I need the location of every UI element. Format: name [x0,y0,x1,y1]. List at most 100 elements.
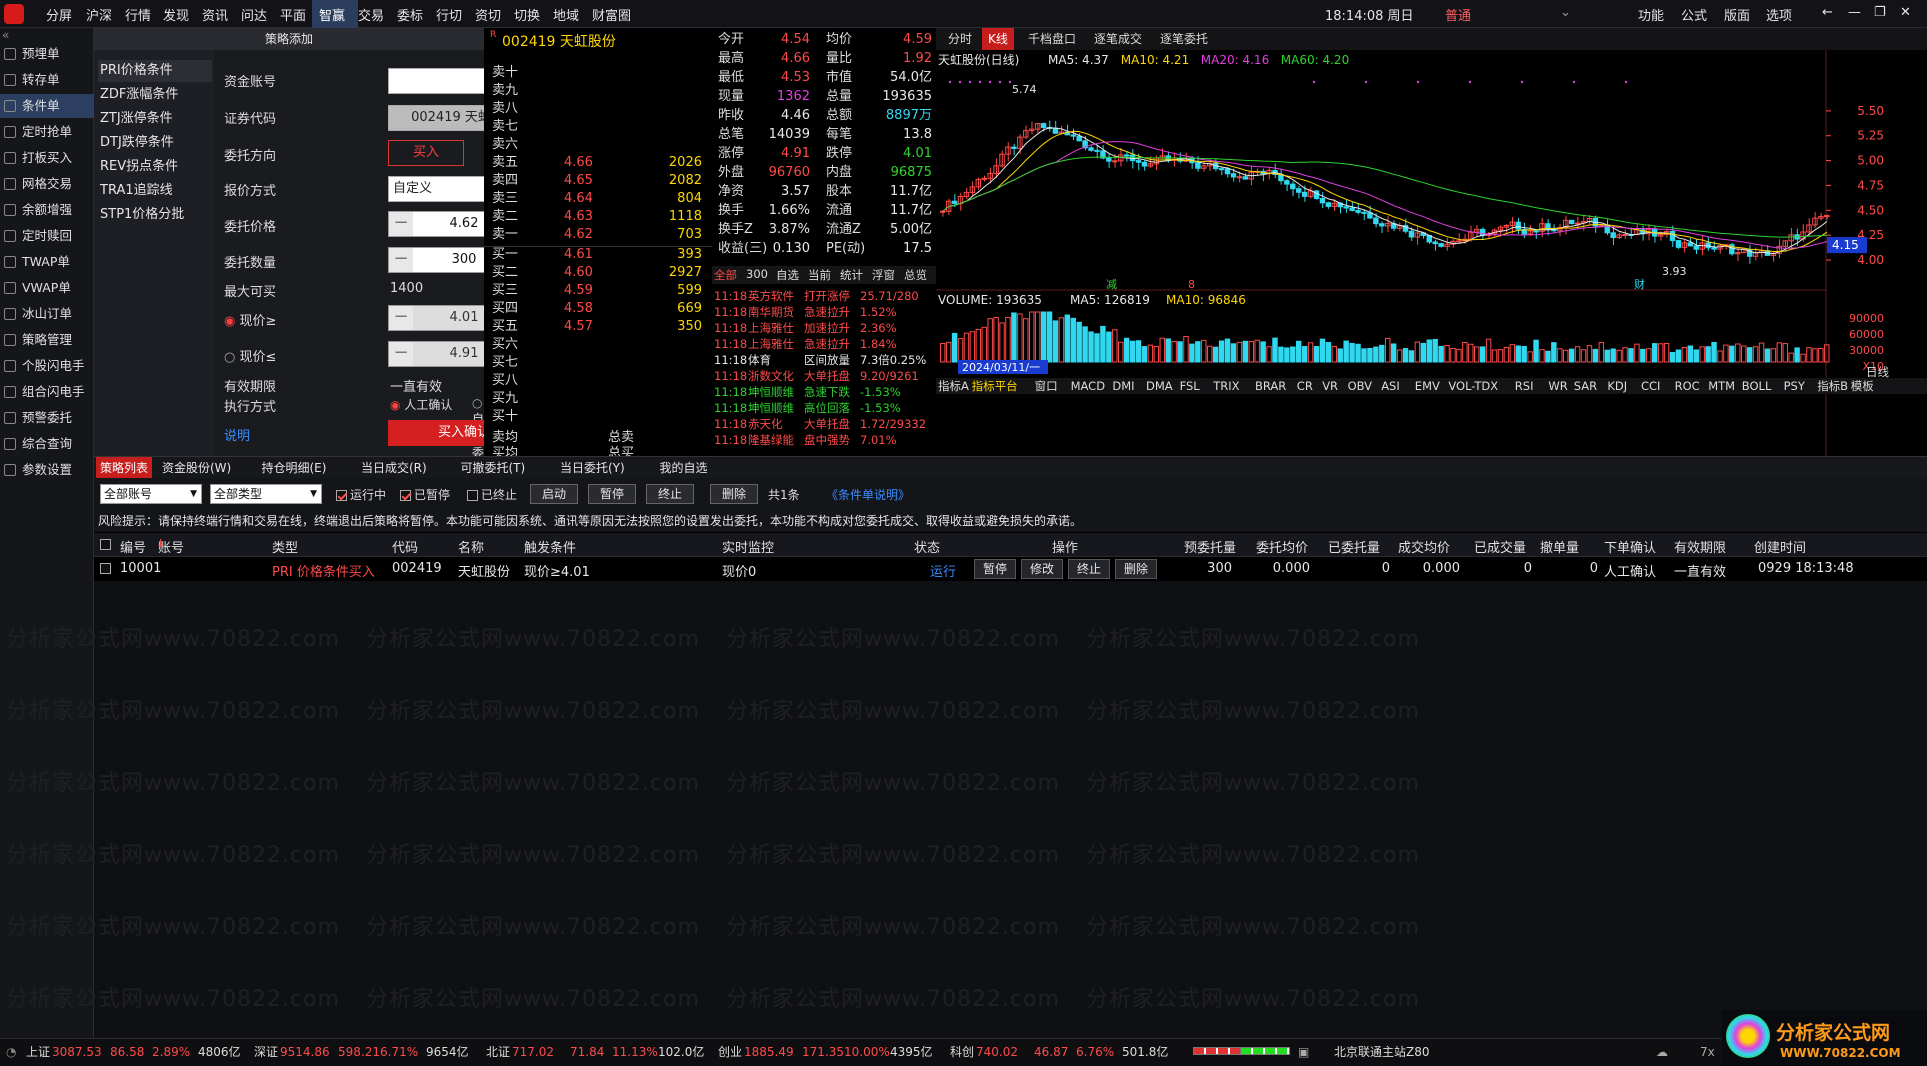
index-name[interactable]: 科创 [950,1039,974,1065]
menu-item[interactable]: 行情 [125,5,151,24]
menu-item[interactable]: 交易 [358,5,384,24]
minimize-icon[interactable]: — [1848,5,1861,20]
stop-button[interactable]: 终止 [646,484,694,504]
ticker-tab[interactable]: 当前 [808,267,831,283]
index-name[interactable]: 创业 [718,1039,742,1065]
ticker-row[interactable]: 11:18 体育 区间放量 7.3倍0.25% [712,352,936,368]
kline-chart[interactable]: 天虹股份(日线) MA5: 4.37 MA10: 4.21 MA20: 4.16 MA6… [936,50,1927,456]
ticker-row[interactable]: 11:18 赤天化 大单托盘 1.72/29332 [712,416,936,432]
indicator-tab[interactable]: VR [1322,379,1338,393]
column-header[interactable]: 类型 [272,537,298,556]
row-op-button[interactable]: 终止 [1068,559,1110,579]
indicator-tab[interactable]: EMV [1415,379,1440,393]
order-book-row[interactable]: 买四 4.58 669 [484,300,712,318]
sidebar-item[interactable]: 组合闪电手 [0,380,94,404]
paused-checkbox[interactable]: 已暂停 [400,486,450,503]
start-button[interactable]: 启动 [530,484,578,504]
sidebar-item[interactable]: 条件单 [0,94,94,118]
sidebar-item[interactable]: 余额增强 [0,198,94,222]
column-header[interactable]: 触发条件 [524,537,576,556]
column-header[interactable]: 创建时间 [1754,537,1806,556]
condition-item[interactable]: DTJ跌停条件 [98,132,212,154]
column-header[interactable]: 编号 [120,537,146,556]
close-icon[interactable]: ✕ [1900,5,1911,20]
order-book-row[interactable]: 卖二 4.63 1118 [484,208,712,226]
bottom-tab[interactable]: 持仓明细(E) [258,457,331,479]
ticker-row[interactable]: 11:18 上海雅仕 急速拉升 1.84% [712,336,936,352]
condition-item[interactable]: ZDF涨幅条件 [98,84,212,106]
cell-status[interactable]: 运行 [930,561,956,580]
condition-item[interactable]: PRI价格条件 [98,60,212,82]
top-right-menu-item[interactable]: 选项 [1766,5,1792,24]
order-book-row[interactable]: 卖六 [484,136,712,154]
order-book-row[interactable]: 买六 [484,336,712,354]
pause-button[interactable]: 暂停 [588,484,636,504]
bottom-tab[interactable]: 当日委托(Y) [556,457,629,479]
account-filter[interactable]: 全部账号 ▼ [100,484,202,504]
menu-item[interactable]: 沪深 [86,5,112,24]
indicator-tab[interactable]: PSY [1784,379,1806,393]
bottom-tab[interactable]: 策略列表 [96,457,153,479]
column-header[interactable]: 代码 [392,537,418,556]
indicator-tab[interactable]: KDJ [1607,379,1627,393]
column-header[interactable]: 状态 [914,537,940,556]
menu-item[interactable]: 资讯 [202,5,228,24]
restore-icon[interactable]: ❐ [1874,5,1886,20]
order-book-row[interactable]: 买二 4.60 2927 [484,264,712,282]
server-name[interactable]: 北京联通主站Z80 [1334,1039,1430,1065]
menu-item[interactable]: 发现 [163,5,189,24]
indicator-tab[interactable]: BOLL [1742,379,1772,393]
menu-item[interactable]: 切换 [514,5,540,24]
menu-item[interactable]: 地域 [553,5,579,24]
row-op-button[interactable]: 暂停 [974,559,1016,579]
sidebar-item[interactable]: VWAP单 [0,276,94,300]
top-right-menu-item[interactable]: 公式 [1681,5,1707,24]
column-header[interactable]: 已委托量 [1328,537,1380,556]
column-header[interactable]: 已成交量 [1474,537,1526,556]
menu-item[interactable]: 平面 [280,5,306,24]
row-op-button[interactable]: 删除 [1115,559,1157,579]
minus-icon[interactable]: − [389,248,413,272]
sidebar-item[interactable]: 定时赎回 [0,224,94,248]
indicator-tab[interactable]: 指标平台 [972,379,1018,393]
buy-button[interactable]: 买入 [388,140,464,166]
minus-icon[interactable]: − [389,342,413,366]
order-book-row[interactable]: 卖十 [484,64,712,82]
sidebar-item[interactable]: 个股闪电手 [0,354,94,378]
menu-item[interactable]: 分屏 [46,5,72,24]
ticker-row[interactable]: 11:18 坤恒顺维 急速下跌 -1.53% [712,384,936,400]
chevron-down-icon[interactable]: ⌄ [1560,5,1571,20]
indicator-tab[interactable]: 窗口 [1035,379,1058,393]
indicator-tab[interactable]: ASI [1381,379,1400,393]
delete-button[interactable]: 删除 [710,484,758,504]
select-all-checkbox[interactable] [100,539,111,550]
ticker-row[interactable]: 11:18 英方软件 打开涨停 25.71/280 [712,288,936,304]
indicator-tab[interactable]: 模板 [1851,379,1874,393]
index-name[interactable]: 深证 [254,1039,278,1065]
sidebar-item[interactable]: 参数设置 [0,458,94,482]
running-checkbox[interactable]: 运行中 [336,486,386,503]
indicator-tab[interactable]: DMA [1146,379,1173,393]
top-right-menu-item[interactable]: 功能 [1638,5,1664,24]
menu-item[interactable]: 行切 [436,5,462,24]
indicator-tab[interactable]: 指标B [1817,379,1848,393]
indicator-tab[interactable]: ROC [1675,379,1700,393]
indicator-tab[interactable]: BRAR [1255,379,1286,393]
ticker-row[interactable]: 11:18 南华期货 急速拉升 1.52% [712,304,936,320]
indicator-tab[interactable]: RSI [1515,379,1534,393]
condition-item[interactable]: REV拐点条件 [98,156,212,178]
sidebar-item[interactable]: 预警委托 [0,406,94,430]
row-op-button[interactable]: 修改 [1021,559,1063,579]
condition-item[interactable]: TRA1追踪线 [98,180,212,202]
index-name[interactable]: 北证 [486,1039,510,1065]
sidebar-item[interactable]: TWAP单 [0,250,94,274]
menu-item[interactable]: 财富圈 [592,5,631,24]
column-header[interactable]: 有效期限 [1674,537,1726,556]
bottom-tab[interactable]: 资金股份(W) [158,457,235,479]
cur-le-radio[interactable]: ○ 现价≤ [224,346,276,365]
indicator-tab[interactable]: FSL [1180,379,1201,393]
stopped-checkbox[interactable]: 已终止 [467,486,517,503]
column-header[interactable]: 成交均价 [1398,537,1450,556]
order-book-row[interactable]: 买五 4.57 350 [484,318,712,336]
stock-code-name[interactable]: 002419 天虹股份 [502,31,616,51]
